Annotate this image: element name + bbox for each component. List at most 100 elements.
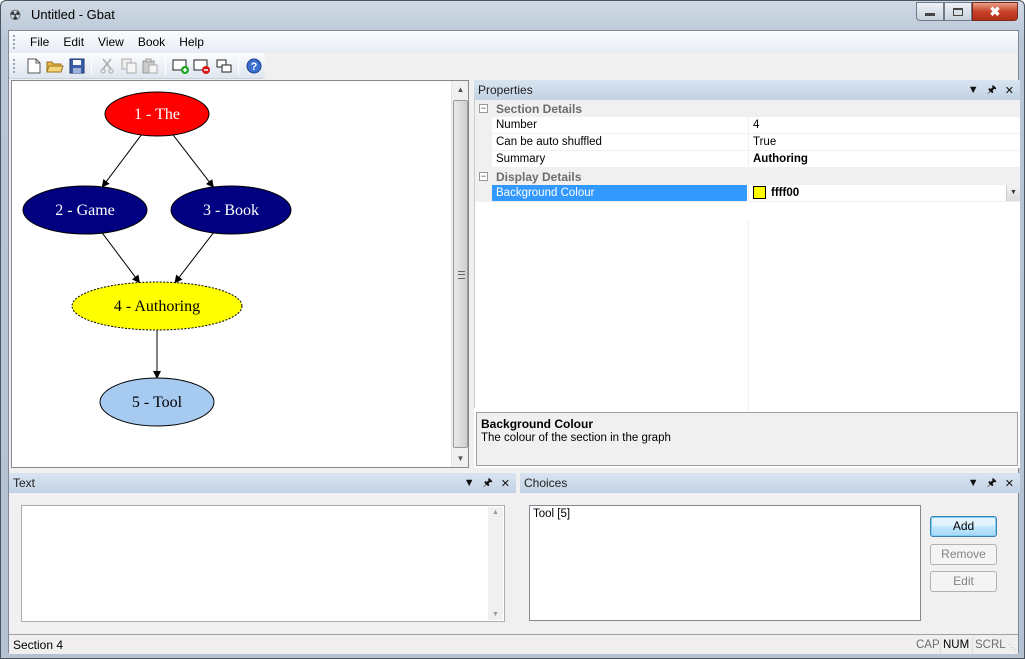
- panel-menu-dropdown-icon[interactable]: ▼: [968, 477, 979, 489]
- link-sections-button[interactable]: [213, 55, 235, 77]
- title-bar[interactable]: ☢ Untitled - Gbat ✖: [1, 1, 1024, 29]
- toolbar-separator: [91, 56, 93, 75]
- open-icon: [46, 61, 64, 72]
- edge-2-4: [101, 232, 140, 284]
- property-name: Summary: [492, 151, 747, 168]
- property-grid[interactable]: − Section Details Number 4 Can be auto s…: [474, 100, 1020, 429]
- remove-section-button[interactable]: [191, 55, 213, 77]
- scrollbar-thumb[interactable]: [453, 100, 468, 448]
- save-icon: [69, 58, 85, 73]
- property-value-colour[interactable]: ffff00 ▼: [748, 185, 1020, 202]
- help-title: Background Colour: [481, 417, 594, 431]
- menu-view[interactable]: View: [91, 35, 131, 49]
- section-text-input[interactable]: ▲ ▼: [21, 505, 505, 622]
- graph-node-1[interactable]: 1 - The: [104, 91, 210, 137]
- add-choice-button[interactable]: Add: [930, 516, 997, 537]
- colour-swatch: [753, 186, 766, 200]
- text-panel-header[interactable]: Text ▼ 🖈︎ ✕: [9, 473, 516, 493]
- edit-choice-button[interactable]: Edit: [930, 571, 997, 592]
- colour-dropdown-button[interactable]: ▼: [1006, 185, 1020, 201]
- paste-button[interactable]: [139, 55, 161, 77]
- resize-grip-icon[interactable]: ⋱: [1008, 643, 1016, 652]
- graph-node-3[interactable]: 3 - Book: [170, 185, 292, 235]
- graph-view[interactable]: 1 - The 2 - Game 3 - Book 4 - Authoring 5 - …: [11, 80, 469, 468]
- remove-section-icon: [193, 59, 211, 74]
- category-section-details[interactable]: − Section Details: [475, 100, 1020, 117]
- app-window: ☢ Untitled - Gbat ✖ File Edit View Book …: [0, 0, 1025, 659]
- menu-edit[interactable]: Edit: [56, 35, 91, 49]
- property-name: Number: [492, 117, 747, 134]
- open-button[interactable]: [44, 55, 66, 77]
- section-graph[interactable]: 1 - The 2 - Game 3 - Book 4 - Authoring 5 - …: [12, 81, 452, 467]
- choices-panel-title: Choices: [524, 476, 568, 490]
- client-area: File Edit View Book Help ? 1 - The 2 - G…: [8, 30, 1020, 654]
- text-vertical-scrollbar[interactable]: ▲ ▼: [488, 507, 503, 620]
- remove-choice-button[interactable]: Remove: [930, 544, 997, 565]
- menu-book[interactable]: Book: [131, 35, 172, 49]
- svg-text:?: ?: [251, 61, 258, 73]
- pin-icon[interactable]: 🖈︎: [987, 474, 997, 493]
- graph-node-5[interactable]: 5 - Tool: [99, 377, 215, 427]
- panel-menu-dropdown-icon[interactable]: ▼: [464, 477, 475, 489]
- panel-close-icon[interactable]: ✕: [1005, 477, 1014, 490]
- edge-3-4: [174, 232, 214, 284]
- edge-1-2: [101, 134, 142, 188]
- colour-value-text: ffff00: [771, 187, 800, 199]
- property-value[interactable]: Authoring: [748, 151, 1020, 168]
- property-row-summary[interactable]: Summary Authoring: [475, 151, 1020, 168]
- menu-bar: File Edit View Book Help: [9, 31, 1018, 53]
- properties-title: Properties: [478, 83, 533, 97]
- panel-close-icon[interactable]: ✕: [1005, 84, 1014, 97]
- row-gutter: [475, 151, 492, 168]
- menu-file[interactable]: File: [23, 35, 56, 49]
- graph-node-2[interactable]: 2 - Game: [22, 185, 148, 235]
- menu-grip-handle[interactable]: [13, 35, 17, 49]
- graph-vertical-scrollbar[interactable]: ▲ ▼: [451, 81, 468, 467]
- scroll-down-arrow-icon[interactable]: ▼: [488, 611, 503, 618]
- graph-node-4[interactable]: 4 - Authoring: [71, 281, 243, 331]
- scroll-down-arrow-icon[interactable]: ▼: [452, 450, 469, 467]
- list-item[interactable]: Tool [5]: [533, 508, 917, 520]
- properties-header[interactable]: Properties ▼ 🖈︎ ✕: [474, 80, 1020, 100]
- row-gutter: [475, 117, 492, 134]
- window-title: Untitled - Gbat: [31, 7, 115, 22]
- help-button[interactable]: ?: [243, 55, 265, 77]
- new-icon: [27, 58, 41, 73]
- toolbar-grip-handle[interactable]: [13, 58, 17, 73]
- choices-list[interactable]: Tool [5]: [529, 505, 921, 621]
- pin-icon[interactable]: 🖈︎: [483, 474, 493, 493]
- minimize-button[interactable]: [916, 2, 944, 21]
- gbat-app-icon[interactable]: ☢: [9, 7, 25, 23]
- scroll-up-arrow-icon[interactable]: ▲: [452, 81, 469, 98]
- collapse-icon[interactable]: −: [479, 104, 488, 113]
- menu-help[interactable]: Help: [172, 35, 211, 49]
- collapse-icon[interactable]: −: [479, 172, 488, 181]
- choices-panel-header[interactable]: Choices ▼ 🖈︎ ✕: [520, 473, 1020, 493]
- help-icon: ?: [246, 58, 262, 73]
- panel-close-icon[interactable]: ✕: [501, 477, 510, 490]
- pin-icon[interactable]: 🖈︎: [987, 81, 997, 100]
- property-row-auto-shuffled[interactable]: Can be auto shuffled True: [475, 134, 1020, 151]
- edge-1-3: [172, 134, 214, 188]
- property-row-number[interactable]: Number 4: [475, 117, 1020, 134]
- category-display-details[interactable]: − Display Details: [475, 168, 1020, 185]
- property-value[interactable]: 4: [748, 117, 1020, 134]
- property-row-background-colour[interactable]: Background Colour ffff00 ▼: [475, 185, 1020, 202]
- property-value[interactable]: True: [748, 134, 1020, 151]
- maximize-button[interactable]: [944, 2, 972, 21]
- caps-lock-indicator: CAP: [916, 639, 940, 651]
- scroll-up-arrow-icon[interactable]: ▲: [488, 509, 503, 516]
- category-label: Section Details: [496, 101, 583, 116]
- copy-button[interactable]: [118, 55, 140, 77]
- panel-menu-dropdown-icon[interactable]: ▼: [968, 84, 979, 96]
- new-button[interactable]: [23, 55, 45, 77]
- add-section-button[interactable]: [170, 55, 192, 77]
- text-panel: Text ▼ 🖈︎ ✕ ▲ ▼: [9, 473, 516, 634]
- save-button[interactable]: [66, 55, 88, 77]
- node-label: 5 - Tool: [132, 394, 183, 411]
- paste-icon: [142, 58, 158, 73]
- properties-panel: Properties ▼ 🖈︎ ✕ − Section Details Numb…: [474, 80, 1020, 468]
- maximize-icon: [953, 7, 963, 16]
- cut-button[interactable]: [96, 55, 118, 77]
- close-button[interactable]: ✖: [972, 2, 1018, 21]
